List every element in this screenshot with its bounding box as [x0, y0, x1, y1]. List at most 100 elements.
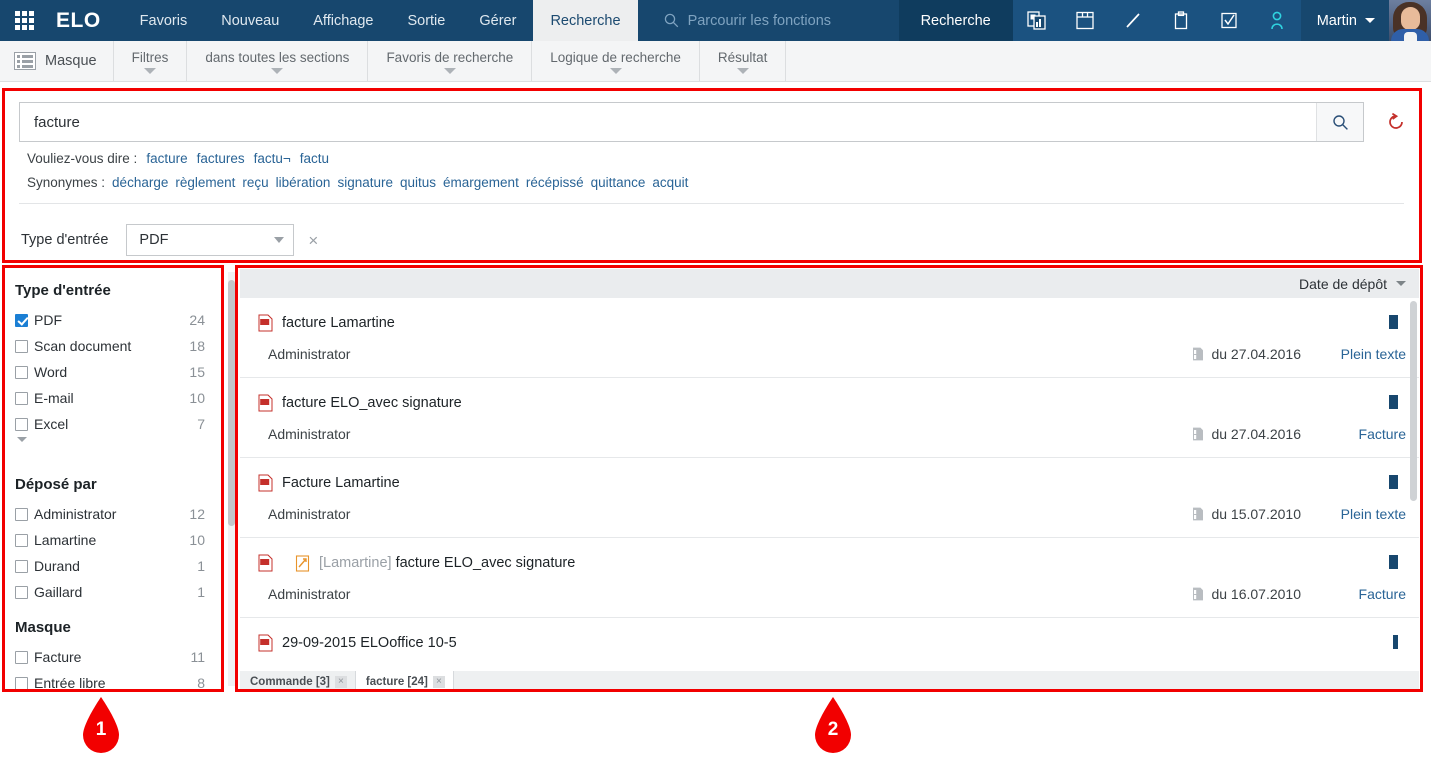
facet-item-facture[interactable]: Facture 11: [15, 644, 221, 670]
reset-search-button[interactable]: [1386, 112, 1406, 132]
synonym-link[interactable]: règlement: [175, 175, 235, 190]
result-tab-commande[interactable]: Commande [3] ×: [240, 671, 356, 692]
window-layout-icon[interactable]: [1060, 0, 1109, 41]
checkbox-icon[interactable]: [15, 559, 28, 573]
close-icon[interactable]: ×: [334, 675, 347, 688]
result-tabs: Commande [3] × facture [24] ×: [240, 671, 1419, 692]
synonym-link[interactable]: acquit: [652, 175, 688, 190]
scrollbar-thumb[interactable]: [1410, 301, 1417, 501]
suggestion-link[interactable]: factu: [300, 151, 329, 166]
nav-tab-favoris[interactable]: Favoris: [123, 0, 205, 41]
facet-item-scan-document[interactable]: Scan document 18: [15, 333, 221, 359]
scrollbar-thumb[interactable]: [228, 280, 235, 526]
documents-icon[interactable]: [1012, 0, 1061, 41]
checkbox-icon[interactable]: [15, 650, 28, 664]
synonym-link[interactable]: émargement: [443, 175, 519, 190]
suggestion-link[interactable]: facture: [146, 151, 187, 166]
facet-count: 18: [189, 338, 205, 354]
result-owner: Administrator: [268, 346, 351, 362]
checkbox-icon[interactable]: [15, 585, 28, 599]
user-menu[interactable]: Martin: [1301, 0, 1389, 41]
nav-tab-sortie[interactable]: Sortie: [390, 0, 462, 41]
facet-item-durand[interactable]: Durand 1: [15, 553, 221, 579]
user-profile-icon[interactable]: [1252, 0, 1301, 41]
facet-item-excel[interactable]: Excel 7: [15, 411, 221, 437]
results-scrollbar[interactable]: [1410, 301, 1417, 656]
clear-filter-button[interactable]: ×: [308, 232, 318, 249]
ribbon-item-resultat[interactable]: Résultat: [698, 41, 787, 81]
checkbox-icon[interactable]: [15, 391, 28, 405]
nav-tab-gerer[interactable]: Gérer: [462, 0, 533, 41]
facet-expand-button[interactable]: [15, 437, 221, 462]
checkbox-icon[interactable]: [15, 507, 28, 521]
facet-item-gaillard[interactable]: Gaillard 1: [15, 579, 221, 605]
avatar[interactable]: [1389, 0, 1431, 41]
function-search-input[interactable]: Parcourir les fonctions: [638, 0, 899, 41]
checkbox-checked-icon[interactable]: [15, 313, 28, 327]
search-box[interactable]: [19, 102, 1364, 142]
nav-tab-nouveau[interactable]: Nouveau: [204, 0, 296, 41]
result-tag[interactable]: Facture: [1359, 426, 1406, 442]
entry-type-select[interactable]: PDF: [126, 224, 295, 256]
synonym-link[interactable]: signature: [337, 175, 393, 190]
facet-item-pdf[interactable]: PDF 24: [15, 307, 221, 333]
facet-item-administrator[interactable]: Administrator 12: [15, 501, 221, 527]
table-row[interactable]: facture ELO_avec signature Administrator…: [240, 378, 1419, 458]
result-tag[interactable]: Facture: [1359, 586, 1406, 602]
result-tab-facture[interactable]: facture [24] ×: [355, 671, 454, 692]
synonym-link[interactable]: quitus: [400, 175, 436, 190]
checkbox-icon[interactable]: [15, 676, 28, 689]
command-search-button[interactable]: Recherche: [898, 0, 1013, 41]
result-tag[interactable]: Plein texte: [1341, 506, 1406, 522]
synonym-link[interactable]: quittance: [591, 175, 646, 190]
table-row[interactable]: facture Lamartine Administrator du 27.04…: [240, 298, 1419, 378]
date-icon: [1193, 347, 1204, 361]
chevron-down-icon: [271, 68, 284, 74]
checkbox-icon[interactable]: [15, 365, 28, 379]
table-row[interactable]: Facture Lamartine Administrator du 15.07…: [240, 458, 1419, 538]
ribbon-mask-button[interactable]: Masque: [0, 41, 113, 81]
nav-tab-affichage[interactable]: Affichage: [296, 0, 390, 41]
suggestion-link[interactable]: factures: [197, 151, 245, 166]
ribbon-item-logique-recherche[interactable]: Logique de recherche: [531, 41, 699, 81]
suggestion-link[interactable]: factu¬: [254, 151, 291, 166]
checkbox-icon[interactable]: [15, 339, 28, 353]
facet-count: 15: [189, 364, 205, 380]
synonym-link[interactable]: décharge: [112, 175, 168, 190]
close-icon[interactable]: ×: [432, 675, 445, 688]
signature-icon: [295, 554, 310, 572]
facet-item-lamartine[interactable]: Lamartine 10: [15, 527, 221, 553]
facet-count: 24: [189, 312, 205, 328]
app-grid-icon[interactable]: [0, 0, 48, 41]
function-search-placeholder: Parcourir les fonctions: [687, 12, 832, 29]
chevron-down-icon: [274, 237, 285, 243]
synonym-link[interactable]: libération: [276, 175, 331, 190]
sort-by-button[interactable]: Date de dépôt: [1299, 276, 1387, 292]
result-tag[interactable]: Plein texte: [1341, 346, 1406, 362]
checkbox-icon[interactable]: [15, 417, 28, 431]
search-input[interactable]: [20, 103, 1316, 141]
table-row[interactable]: [Lamartine] facture ELO_avec signature A…: [240, 538, 1419, 618]
nav-tab-recherche[interactable]: Recherche: [533, 0, 638, 41]
result-date-text: du 27.04.2016: [1211, 426, 1301, 442]
search-submit-button[interactable]: [1316, 103, 1363, 141]
result-tab-label: Commande [3]: [250, 675, 330, 688]
facet-item-entree-libre[interactable]: Entrée libre 8: [15, 670, 221, 689]
facet-item-word[interactable]: Word 15: [15, 359, 221, 385]
chevron-down-icon[interactable]: [1396, 281, 1406, 286]
checkbox-task-icon[interactable]: [1204, 0, 1253, 41]
facet-label: Entrée libre: [34, 675, 106, 689]
result-date-text: du 27.04.2016: [1211, 346, 1301, 362]
clipboard-icon[interactable]: [1156, 0, 1205, 41]
ribbon-item-favoris-recherche[interactable]: Favoris de recherche: [367, 41, 531, 81]
ribbon-item-sections[interactable]: dans toutes les sections: [186, 41, 367, 81]
synonym-link[interactable]: reçu: [242, 175, 268, 190]
facets-scrollbar[interactable]: [228, 272, 235, 686]
pen-icon[interactable]: [1108, 0, 1157, 41]
facet-label: Excel: [34, 416, 69, 432]
synonym-link[interactable]: récépissé: [526, 175, 584, 190]
result-date: du 27.04.2016: [1192, 426, 1301, 442]
facet-item-email[interactable]: E-mail 10: [15, 385, 221, 411]
checkbox-icon[interactable]: [15, 533, 28, 547]
ribbon-item-filtres[interactable]: Filtres: [112, 41, 187, 81]
